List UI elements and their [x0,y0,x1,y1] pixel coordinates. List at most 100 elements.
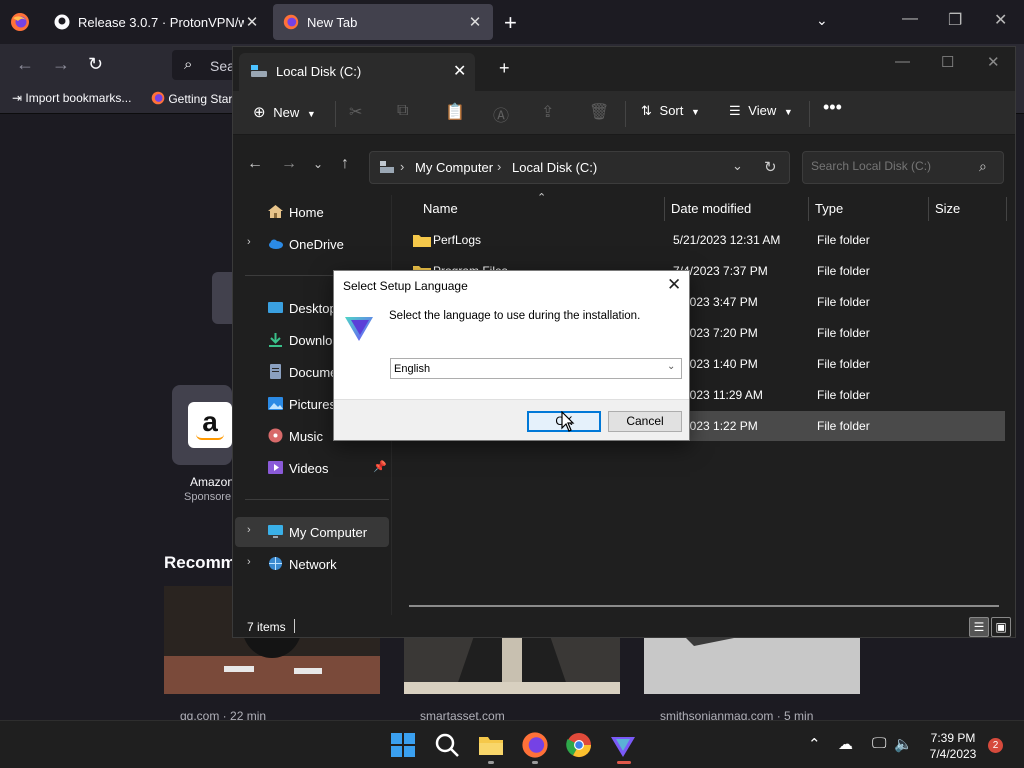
language-select[interactable]: English ⌄ [390,358,682,379]
column-header-name[interactable]: Name [423,201,458,216]
pictures-icon [268,397,283,410]
explorer-search-box[interactable]: ⌕ [802,151,1004,184]
mouse-cursor-icon [561,411,575,432]
pin-icon[interactable]: 📌 [373,460,387,473]
dialog-body: Select the language to use during the in… [334,301,689,399]
paste-icon[interactable]: 📋 [445,102,465,122]
chevron-down-icon: ⌄ [667,361,676,372]
expand-chevron-icon[interactable]: › [247,236,251,248]
copy-icon[interactable]: ⧉ [397,102,408,120]
column-divider[interactable] [1006,197,1007,221]
back-arrow-icon[interactable]: ← [247,155,263,173]
search-icon[interactable] [433,731,461,759]
close-window-icon[interactable]: ✕ [987,53,1000,71]
firefox-icon [283,14,299,30]
drive-icon [251,65,267,77]
tab-new-tab[interactable]: New Tab ✕ [273,4,493,40]
explorer-command-bar: ⊕ New ▼ ✂ ⧉ 📋 Ⓐ ⇪ 🗑 ⇅ Sort ▼ ☰ View ▼ ••… [233,91,1015,135]
network-icon[interactable]: 🖵 [872,735,886,752]
dialog-divider [334,399,689,400]
breadcrumb-local-disk[interactable]: Local Disk (C:) [512,160,597,175]
search-icon: ⌕ [184,56,193,73]
chevron-down-icon: ▼ [783,107,793,117]
maximize-icon[interactable]: ☐ [941,53,954,71]
show-hidden-icons-chevron-icon[interactable]: ⌃ [808,735,821,753]
notification-badge[interactable]: 2 [988,738,1003,753]
reload-icon[interactable]: ↻ [88,54,103,75]
address-dropdown-chevron-icon[interactable]: ⌄ [732,158,743,174]
close-tab-icon[interactable]: ✕ [453,61,466,81]
details-view-icon[interactable]: ☰ [969,617,989,637]
active-app-indicator [617,761,631,764]
import-bookmarks-link[interactable]: ⇥ Import bookmarks... [12,91,131,105]
clock-date: 7/4/2023 [929,747,977,761]
column-divider[interactable] [664,197,665,221]
forward-arrow-icon[interactable]: → [52,54,70,75]
horizontal-scrollbar[interactable] [409,605,999,607]
tiles-view-icon[interactable]: ▣ [991,617,1011,637]
firefox-icon[interactable] [10,12,30,32]
volume-icon[interactable]: 🔈 [894,735,913,753]
column-divider[interactable] [928,197,929,221]
rename-icon[interactable]: Ⓐ [493,102,509,126]
firefox-icon[interactable] [521,731,549,759]
expand-chevron-icon[interactable]: › [247,556,251,568]
minimize-icon[interactable]: — [895,53,910,70]
new-button[interactable]: ⊕ New ▼ [253,103,316,121]
sidebar-item-home[interactable]: Home [235,197,389,227]
close-tab-icon[interactable]: ✕ [244,13,260,31]
amazon-logo[interactable]: a [188,402,232,448]
column-divider[interactable] [808,197,809,221]
import-icon: ⇥ [12,91,23,105]
column-header-date-modified[interactable]: Date modified [671,201,751,216]
dialog-message: Select the language to use during the in… [389,310,641,322]
column-header-size[interactable]: Size [935,201,960,216]
close-window-icon[interactable]: ✕ [994,10,1007,30]
recent-locations-chevron-icon[interactable]: ⌄ [313,157,323,171]
getting-started-bookmark[interactable]: Getting Star [151,91,232,106]
view-button[interactable]: ☰ View ▼ [729,103,793,119]
new-tab-plus-icon[interactable]: + [504,10,517,36]
new-tab-plus-icon[interactable]: + [499,58,510,79]
explorer-tab[interactable]: Local Disk (C:) ✕ [239,53,475,91]
list-all-tabs-chevron-icon[interactable]: ⌄ [816,12,828,29]
address-bar[interactable]: › My Computer › Local Disk (C:) ⌄ ↻ [369,151,790,184]
running-indicator [488,761,494,764]
windows-start-icon[interactable] [389,731,417,759]
breadcrumb-my-computer[interactable]: My Computer [415,160,493,175]
cloud-offline-icon[interactable]: ☁ [838,735,853,753]
sidebar-item-network[interactable]: › Network [235,549,389,579]
restore-icon[interactable]: ❐ [948,10,962,30]
back-arrow-icon[interactable]: ← [16,54,34,75]
system-clock[interactable]: 7:39 PM 7/4/2023 [920,730,986,762]
tab-label: New Tab [307,14,358,30]
home-icon [268,205,283,218]
close-icon[interactable]: ✕ [667,275,681,295]
sidebar-item-videos[interactable]: Videos 📌 [235,453,389,483]
cancel-button[interactable]: Cancel [608,411,682,432]
chevron-down-icon: ▼ [691,107,700,117]
sidebar-item-my-computer[interactable]: › My Computer [235,517,389,547]
sort-icon: ⇅ [641,103,652,118]
expand-chevron-icon[interactable]: › [247,524,251,536]
table-row[interactable]: PerfLogs 5/21/2023 12:31 AM File folder [399,225,1005,255]
sort-button[interactable]: ⇅ Sort ▼ [641,103,700,119]
chrome-icon[interactable] [565,731,593,759]
close-tab-icon[interactable]: ✕ [467,13,483,31]
delete-icon[interactable]: 🗑 [589,102,609,122]
column-header-type[interactable]: Type [815,201,843,216]
file-explorer-icon[interactable] [477,731,505,759]
protonvpn-icon[interactable] [609,731,637,759]
minimize-icon[interactable]: — [902,10,918,28]
tab-protonvpn-release[interactable]: Release 3.0.7 · ProtonVPN/win- ✕ [44,4,270,40]
share-icon[interactable]: ⇪ [541,102,554,122]
explorer-tab-title: Local Disk (C:) [276,64,362,79]
forward-arrow-icon[interactable]: → [281,155,297,173]
up-arrow-icon[interactable]: ↑ [341,155,349,173]
item-count: 7 items [247,620,286,634]
more-options-icon[interactable]: ••• [823,97,842,118]
sidebar-item-onedrive[interactable]: › OneDrive [235,229,389,259]
cut-icon[interactable]: ✂ [349,102,362,122]
search-input[interactable] [811,159,971,173]
refresh-icon[interactable]: ↻ [764,158,777,176]
